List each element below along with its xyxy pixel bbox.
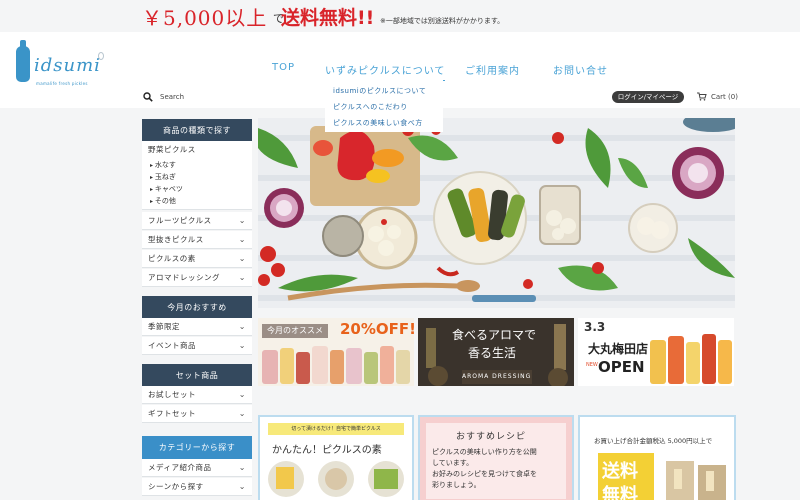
sidebar-item-label: 型抜きピクルス [148,235,204,244]
search-input[interactable]: Search [160,93,184,101]
chevron-down-icon: ⌄ [238,482,246,491]
sidebar-item-cutout[interactable]: 型抜きピクルス ⌄ [142,231,252,249]
card-big-text-2: 無料 [602,485,638,500]
banner-monthly-recommend[interactable]: 今月のオススメ 20%OFF! [258,318,414,386]
dropdown-item-commitment[interactable]: ピクルスへのこだわり [333,102,408,112]
sidebar-item-label: ピクルスの素 [148,254,196,263]
banner-open: OPEN [598,358,645,376]
pickles-photo [258,118,735,308]
sidebar-item-gift-set[interactable]: ギフトセット ⌄ [142,405,252,423]
chevron-down-icon: ⌄ [238,273,246,282]
login-button[interactable]: ログイン/マイページ [612,91,684,103]
nav-top[interactable]: TOP [272,62,295,73]
sidebar-item-label: イベント商品 [148,341,196,350]
chevron-down-icon: ⌄ [238,341,246,350]
sidebar-sub-tamanegi[interactable]: 玉ねぎ [150,172,176,182]
page: ￥5,000以上 で 送料無料!! ※一部地域では別途送料がかかります。 ids… [0,0,800,500]
logo-text: idsumi [34,55,101,76]
sidebar-item-scene[interactable]: シーンから探す ⌄ [142,478,252,496]
sidebar-sub-mizunasu[interactable]: 水なす [150,160,176,170]
nav-about[interactable]: いずみピクルスについて [325,62,446,81]
sidebar-item-pickle-base[interactable]: ピクルスの素 ⌄ [142,250,252,268]
drop-icon [98,52,104,60]
sidebar-item-seasonal[interactable]: 季節限定 ⌄ [142,318,252,336]
sidebar-item-label: 野菜ピクルス [148,145,196,154]
promo-bar: ￥5,000以上 で 送料無料!! ※一部地域では別途送料がかかります。 [0,0,800,32]
sidebar-heading-category: カテゴリーから探す [142,436,252,465]
dropdown-item-about[interactable]: idsumiのピクルスについて [333,86,426,96]
promo-free-shipping: 送料無料!! [281,7,375,29]
chevron-down-icon: ⌄ [238,463,246,472]
card-title: おすすめレシピ [456,432,527,442]
sidebar-item-label: メディア紹介商品 [148,463,212,472]
chevron-down-icon: ⌄ [238,409,246,418]
card-text: ピクルスの美味しい作り方を公開 しています。 お好みのレシピを見つけて食卓を 彩… [432,447,537,491]
card-condition: お買い上げ合計金額税込 5,000円以上で [594,437,713,445]
card-tagline: 切って漬けるだけ！自宅で簡単ピクルス [268,423,404,435]
cart-link[interactable]: Cart (0) [711,93,738,101]
promo-note: ※一部地域では別途送料がかかります。 [380,17,505,25]
banner-sub: AROMA DRESSING [462,373,532,380]
sidebar-item-label: ギフトセット [148,409,196,418]
sidebar-heading-type: 商品の種類で探す [142,119,252,148]
sidebar-item-media[interactable]: メディア紹介商品 ⌄ [142,459,252,477]
card-big-text: 送料 [602,461,638,482]
carousel-indicator[interactable] [472,295,536,302]
jars-image [650,334,732,384]
gift-box-image [666,461,726,500]
nav-contact[interactable]: お問い合せ [553,62,608,77]
sidebar-item-vegetable[interactable]: 野菜ピクルス [142,141,252,159]
search-icon[interactable] [143,92,153,102]
banner-date: 3.3 [584,320,606,334]
banner-headline-1: 食べるアロマで [452,328,537,342]
promo-price: ￥5,000以上 [142,6,268,30]
card-free-shipping[interactable]: お買い上げ合計金額税込 5,000円以上で 送料 無料 [578,415,736,500]
sidebar-sub-other[interactable]: その他 [150,196,176,206]
banner-daimaru-open[interactable]: 3.3 大丸梅田店 NEW OPEN [578,318,734,386]
card-title: かんたん！ピクルスの素 [272,445,382,456]
card-text-line: お好みのレシピを見つけて食卓を [432,470,537,478]
about-dropdown: idsumiのピクルスについて ピクルスへのこだわり ピクルスの美味しい食べ方 [325,80,443,132]
bottle-icon [16,40,30,82]
chevron-down-icon: ⌄ [238,254,246,263]
sidebar-item-event[interactable]: イベント商品 ⌄ [142,337,252,355]
banner-tag: 今月のオススメ [262,324,328,338]
chevron-down-icon: ⌄ [238,235,246,244]
banner-headline-2: 香る生活 [468,346,517,360]
sidebar-item-trial-set[interactable]: お試しセット ⌄ [142,386,252,404]
logo-subtext: mamalife fresh pickles [36,81,88,86]
pickle-bowls-image [268,461,404,497]
sidebar-item-label: フルーツピクルス [148,216,212,225]
card-pickle-base[interactable]: 切って漬けるだけ！自宅で簡単ピクルス かんたん！ピクルスの素 [258,415,414,500]
jars-image [262,346,410,384]
chevron-down-icon: ⌄ [238,322,246,331]
sidebar-item-label: お試しセット [148,390,196,399]
nav-guide[interactable]: ご利用案内 [465,62,520,77]
card-recipe[interactable]: おすすめレシピ ピクルスの美味しい作り方を公開 しています。 お好みのレシピを見… [418,415,574,500]
sidebar-heading-monthly: 今月のおすすめ [142,296,252,325]
sidebar-item-aroma[interactable]: アロマドレッシング ⌄ [142,269,252,287]
cart-icon[interactable] [697,92,707,101]
banner-store: 大丸梅田店 [588,342,649,356]
sidebar-item-label: アロマドレッシング [148,273,220,282]
banner-new: NEW [586,362,598,368]
sidebar-item-fruit[interactable]: フルーツピクルス ⌄ [142,212,252,230]
banner-discount: 20%OFF! [340,320,414,338]
hero-image[interactable] [258,118,735,308]
sidebar-item-label: シーンから探す [148,482,204,491]
dropdown-item-howto[interactable]: ピクルスの美味しい食べ方 [333,118,423,128]
chevron-down-icon: ⌄ [238,390,246,399]
sidebar-sub-cabbage[interactable]: キャベツ [150,184,183,194]
sidebar-heading-set: セット商品 [142,364,252,393]
banner-aroma-dressing[interactable]: 食べるアロマで 香る生活 AROMA DRESSING [418,318,574,386]
card-text-line: しています。 [432,459,474,467]
card-text-line: 彩りましょう。 [432,481,481,489]
site-logo[interactable]: idsumi mamalife fresh pickles [14,40,114,92]
chevron-down-icon: ⌄ [238,216,246,225]
sidebar-item-label: 季節限定 [148,322,180,331]
card-text-line: ピクルスの美味しい作り方を公開 [432,448,537,456]
